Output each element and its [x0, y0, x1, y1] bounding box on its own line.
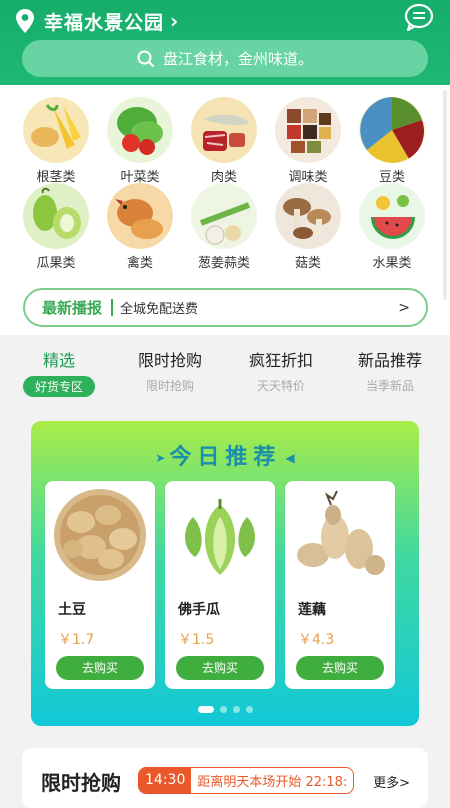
product-name: 莲藕: [298, 602, 326, 618]
tab-title: 新品推荐: [357, 351, 422, 370]
tab-title: 精选: [42, 351, 75, 370]
tab-subtitle: 好货专区: [22, 376, 95, 397]
search-bar[interactable]: 盘江食材，金州味道。: [22, 40, 428, 77]
buy-button[interactable]: 去购买: [56, 656, 144, 680]
mushroom-icon: [275, 183, 341, 249]
flash-sale-title: 限时抢购: [41, 771, 121, 795]
buy-button[interactable]: 去购买: [176, 656, 264, 680]
scallion-garlic-icon: [191, 183, 257, 249]
tab-discount[interactable]: 疯狂折扣 天天特价: [226, 347, 336, 394]
product-price: ￥4.3: [298, 632, 335, 648]
potato-icon: [54, 489, 146, 581]
buy-button[interactable]: 去购买: [296, 656, 384, 680]
location-name: 幸福水景公园: [44, 11, 165, 34]
pagination-dot[interactable]: [197, 706, 214, 713]
chevron-right-icon: ›: [170, 9, 179, 33]
flash-sale-section: 限时抢购 14:30 距离明天本场开始 22:18: 更多>: [22, 748, 428, 808]
search-icon: [137, 50, 155, 67]
recommend-carousel[interactable]: ➤ 今日推荐 ◀ 土豆 ￥1.7 去购买 佛手瓜 ￥1.5 去购买 莲藕 ￥4.…: [31, 421, 419, 726]
beans-icon: [359, 97, 425, 163]
recommend-title: ➤ 今日推荐 ◀: [31, 439, 419, 471]
product-price: ￥1.5: [178, 632, 215, 648]
category-label: 瓜果类: [36, 256, 76, 271]
news-ticker[interactable]: 最新播报 全城免配送费 >: [23, 288, 428, 327]
category-item[interactable]: 菇类: [273, 183, 343, 271]
poultry-icon: [107, 183, 173, 249]
category-label: 葱姜蒜类: [197, 256, 250, 271]
category-item[interactable]: 肉类: [189, 97, 259, 185]
recommend-title-text: 今日推荐: [169, 445, 282, 470]
product-name: 土豆: [58, 602, 86, 618]
category-item[interactable]: 瓜果类: [21, 183, 91, 271]
fruit-icon: [359, 183, 425, 249]
tab-title: 疯狂折扣: [248, 351, 313, 370]
product-price: ￥1.7: [58, 632, 95, 648]
category-label: 菇类: [294, 256, 321, 271]
section-tabs: 精选 好货专区 限时抢购 限时抢购 疯狂折扣 天天特价 新品推荐 当季新品: [0, 335, 450, 405]
session-time: 14:30: [139, 768, 192, 793]
tab-selected[interactable]: 精选 好货专区: [4, 347, 114, 397]
search-placeholder: 盘江食材，金州味道。: [162, 50, 313, 68]
product-name: 佛手瓜: [178, 602, 220, 618]
category-label: 禽类: [126, 256, 153, 271]
location-selector[interactable]: 幸福水景公园 ›: [14, 6, 178, 36]
more-link[interactable]: 更多>: [373, 772, 410, 791]
arrow-right-icon: ➤: [155, 451, 166, 465]
seasoning-icon: [275, 97, 341, 163]
product-card[interactable]: 土豆 ￥1.7 去购买: [45, 481, 155, 689]
pagination-dot[interactable]: [219, 706, 227, 713]
chayote-icon: [185, 499, 255, 575]
category-item[interactable]: 葱姜蒜类: [189, 183, 259, 271]
countdown-timer: 14:30 距离明天本场开始 22:18:: [138, 767, 355, 794]
pagination-dot[interactable]: [232, 706, 240, 713]
location-pin-icon: [16, 9, 34, 33]
category-item[interactable]: 根茎类: [21, 97, 91, 185]
message-icon[interactable]: [404, 3, 434, 31]
meat-icon: [191, 97, 257, 163]
product-card[interactable]: 佛手瓜 ￥1.5 去购买: [165, 481, 275, 689]
scrollbar[interactable]: [443, 90, 447, 300]
gourd-icon: [23, 183, 89, 249]
tab-subtitle: 当季新品: [365, 379, 414, 393]
arrow-left-icon: ◀: [285, 451, 295, 465]
category-item[interactable]: 禽类: [105, 183, 175, 271]
pagination-dot[interactable]: [245, 706, 253, 713]
news-arrow-icon: >: [398, 299, 410, 316]
product-card[interactable]: 莲藕 ￥4.3 去购买: [285, 481, 395, 689]
category-item[interactable]: 叶菜类: [105, 97, 175, 185]
tab-subtitle: 天天特价: [256, 379, 305, 393]
news-text: 全城免配送费: [120, 302, 199, 317]
category-item[interactable]: 豆类: [357, 97, 427, 185]
category-item[interactable]: 水果类: [357, 183, 427, 271]
header: 幸福水景公园 › 盘江食材，金州味道。: [0, 0, 450, 85]
lotus-root-icon: [297, 490, 385, 575]
news-tag: 最新播报: [42, 299, 103, 317]
category-label: 水果类: [372, 256, 412, 271]
tab-subtitle: 限时抢购: [145, 379, 194, 393]
category-item[interactable]: 调味类: [273, 97, 343, 185]
leafy-greens-icon: [107, 97, 173, 163]
root-vegetables-icon: [23, 97, 89, 163]
tab-flash-sale[interactable]: 限时抢购 限时抢购: [115, 347, 225, 394]
carousel-pagination[interactable]: [31, 706, 419, 713]
countdown-text: 距离明天本场开始 22:18:: [197, 775, 348, 790]
tab-new-products[interactable]: 新品推荐 当季新品: [335, 347, 445, 394]
tab-title: 限时抢购: [137, 351, 202, 370]
news-divider: [111, 299, 114, 316]
